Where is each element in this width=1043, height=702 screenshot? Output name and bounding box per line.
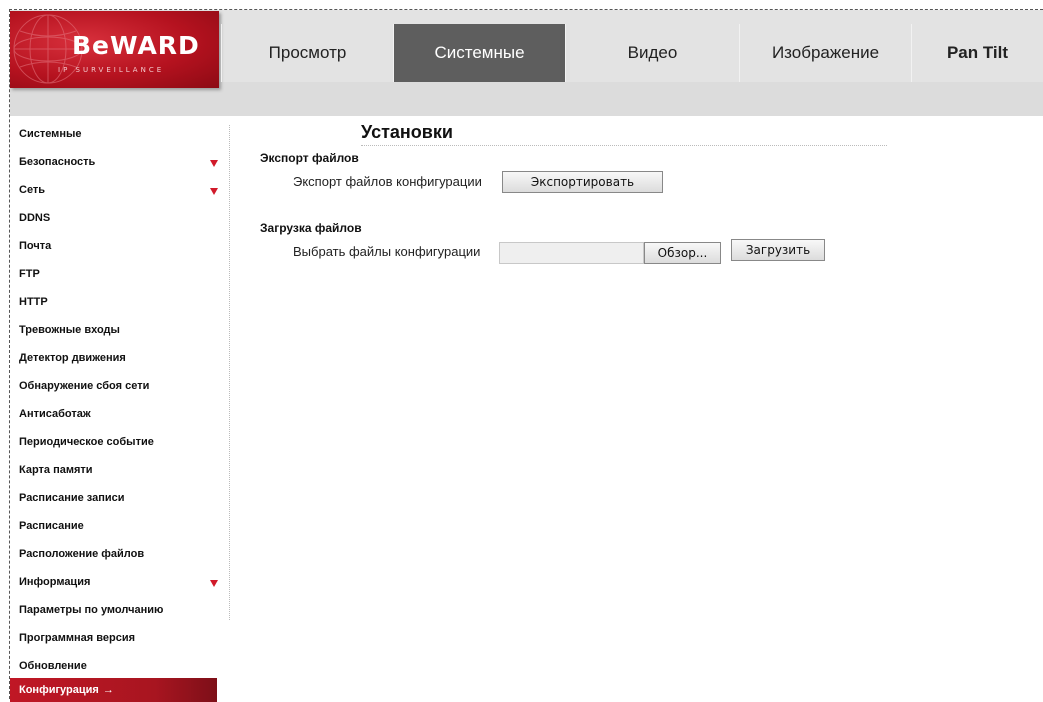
sidebar-item-update[interactable]: Обновление	[10, 652, 228, 680]
sidebar-item-tamper[interactable]: Антисаботаж	[10, 400, 228, 428]
right-arrow-icon: →	[102, 684, 114, 696]
sidebar-item-alarm-inputs[interactable]: Тревожные входы	[10, 316, 228, 344]
sidebar-item-label: Тревожные входы	[19, 324, 120, 336]
tab-system[interactable]: Системные	[393, 24, 565, 82]
sidebar-item-label: Программная версия	[19, 632, 136, 644]
sidebar-item-defaults[interactable]: Параметры по умолчанию	[10, 596, 228, 624]
sidebar-item-label: DDNS	[19, 212, 51, 224]
sidebar-item-label: Системные	[19, 128, 82, 140]
sidebar-item-configuration[interactable]: Конфигурация →	[10, 678, 217, 702]
sidebar-item-label: Безопасность	[19, 156, 96, 168]
sidebar-item-label: Карта памяти	[19, 464, 93, 476]
sidebar-item-label: Антисаботаж	[19, 408, 91, 420]
sidebar-item-label: Обновление	[19, 660, 87, 672]
page-title: Установки	[361, 122, 453, 142]
sidebar-item-schedule[interactable]: Расписание	[10, 512, 228, 540]
sidebar-item-network[interactable]: Сеть	[10, 176, 228, 204]
sidebar-item-record-schedule[interactable]: Расписание записи	[10, 484, 228, 512]
sidebar-divider	[229, 125, 230, 620]
sidebar-item-security[interactable]: Безопасность	[10, 148, 228, 176]
sidebar-item-label: Почта	[19, 240, 52, 252]
file-path-input[interactable]	[499, 242, 644, 264]
sidebar-item-system[interactable]: Системные	[10, 120, 228, 148]
sidebar-item-file-location[interactable]: Расположение файлов	[10, 540, 228, 568]
sidebar-item-information[interactable]: Информация	[10, 568, 228, 596]
sidebar-item-label: Расположение файлов	[19, 548, 145, 560]
sidebar-item-mail[interactable]: Почта	[10, 232, 228, 260]
logo-subtitle: IP SURVEILLANCE	[58, 66, 165, 74]
upload-label: Выбрать файлы конфигурации	[293, 244, 481, 259]
beward-logo: BeWARD IP SURVEILLANCE	[10, 11, 219, 88]
tab-video[interactable]: Видео	[565, 24, 739, 82]
export-button[interactable]: Экспортировать	[502, 171, 663, 193]
frame-border-top	[9, 9, 1043, 10]
title-underline	[361, 145, 887, 146]
expand-triangle-icon	[210, 188, 218, 195]
sidebar-item-http[interactable]: HTTP	[10, 288, 228, 316]
upload-button[interactable]: Загрузить	[731, 239, 825, 261]
tab-image[interactable]: Изображение	[739, 24, 911, 82]
tab-pan-tilt[interactable]: Pan Tilt	[911, 24, 1043, 82]
sidebar-item-firmware-version[interactable]: Программная версия	[10, 624, 228, 652]
sidebar-item-motion-detector[interactable]: Детектор движения	[10, 344, 228, 372]
sidebar-item-periodic-event[interactable]: Периодическое событие	[10, 428, 228, 456]
expand-triangle-icon	[210, 160, 218, 167]
export-section-title: Экспорт файлов	[260, 151, 359, 165]
sidebar-item-network-failure[interactable]: Обнаружение сбоя сети	[10, 372, 228, 400]
sidebar-item-label: Периодическое событие	[19, 436, 154, 448]
sidebar-item-label: Информация	[19, 576, 91, 588]
sidebar-item-label: Расписание записи	[19, 492, 125, 504]
browse-button[interactable]: Обзор...	[644, 242, 721, 264]
sidebar-item-label: FTP	[19, 268, 40, 280]
sidebar-item-label: HTTP	[19, 296, 48, 308]
sidebar-item-label: Параметры по умолчанию	[19, 604, 164, 616]
sidebar-item-ddns[interactable]: DDNS	[10, 204, 228, 232]
sidebar-item-ftp[interactable]: FTP	[10, 260, 228, 288]
sidebar-item-label: Расписание	[19, 520, 84, 532]
sidebar-item-label: Конфигурация	[19, 684, 99, 696]
tab-view[interactable]: Просмотр	[221, 24, 393, 82]
sidebar-item-label: Детектор движения	[19, 352, 126, 364]
expand-triangle-icon	[210, 580, 218, 587]
sidebar-item-label: Обнаружение сбоя сети	[19, 380, 150, 392]
logo-text: BeWARD	[72, 31, 200, 60]
export-label: Экспорт файлов конфигурации	[293, 174, 482, 189]
upload-section-title: Загрузка файлов	[260, 221, 362, 235]
sidebar-item-memory-card[interactable]: Карта памяти	[10, 456, 228, 484]
sidebar-item-label: Сеть	[19, 184, 46, 196]
